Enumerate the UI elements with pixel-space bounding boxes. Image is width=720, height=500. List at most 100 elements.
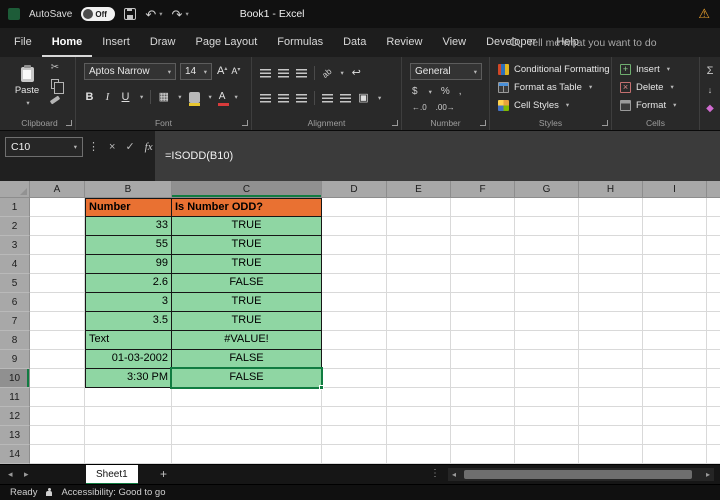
align-right-icon[interactable] [296, 93, 307, 103]
more-options-icon[interactable]: ⋮ [88, 141, 99, 153]
cell-D11[interactable] [322, 388, 387, 407]
format-as-table-button[interactable]: Format as Table ▾ [490, 78, 611, 96]
cell-B3[interactable]: 55 [85, 236, 172, 255]
cell-B1[interactable]: Number [85, 198, 172, 217]
cell-I4[interactable] [643, 255, 707, 274]
col-header-B[interactable]: B [85, 181, 172, 198]
cell-A11[interactable] [30, 388, 85, 407]
cell-A1[interactable] [30, 198, 85, 217]
cell-H14[interactable] [579, 445, 643, 464]
search-box[interactable]: Tell me what you want to do [510, 33, 657, 52]
fill-down-icon[interactable]: ↓ [708, 85, 713, 95]
cell-G6[interactable] [515, 293, 579, 312]
undo-icon[interactable]: ↶ [145, 8, 156, 21]
format-button[interactable]: Format ▾ [612, 96, 699, 114]
col-header-F[interactable]: F [451, 181, 515, 198]
cell-D7[interactable] [322, 312, 387, 331]
wrap-text-icon[interactable]: ↩ [351, 66, 362, 80]
cell-D12[interactable] [322, 407, 387, 426]
cell-G11[interactable] [515, 388, 579, 407]
row-header-12[interactable]: 12 [0, 407, 30, 426]
scrollbar-track[interactable] [460, 468, 702, 481]
cell-A9[interactable] [30, 350, 85, 369]
cell-I13[interactable] [643, 426, 707, 445]
cell-D2[interactable] [322, 217, 387, 236]
cell-I5[interactable] [643, 274, 707, 293]
cell-C9[interactable]: FALSE [172, 350, 322, 369]
row-header-10[interactable]: 10 [0, 369, 30, 388]
cell-A14[interactable] [30, 445, 85, 464]
align-center-icon[interactable] [278, 93, 289, 103]
cell-A13[interactable] [30, 426, 85, 445]
cell-E9[interactable] [387, 350, 451, 369]
cell-D9[interactable] [322, 350, 387, 369]
tab-insert[interactable]: Insert [92, 28, 140, 57]
delete-button[interactable]: × Delete ▾ [612, 78, 699, 96]
cell-E8[interactable] [387, 331, 451, 350]
dialog-launcher-icon[interactable] [392, 120, 398, 126]
tab-formulas[interactable]: Formulas [267, 28, 333, 57]
cell-E4[interactable] [387, 255, 451, 274]
select-all-corner[interactable] [0, 181, 30, 198]
row-header-13[interactable]: 13 [0, 426, 30, 445]
row-header-4[interactable]: 4 [0, 255, 30, 274]
tab-file[interactable]: File [4, 28, 42, 57]
row-header-7[interactable]: 7 [0, 312, 30, 331]
cell-F2[interactable] [451, 217, 515, 236]
cell-F5[interactable] [451, 274, 515, 293]
bold-button[interactable]: B [84, 90, 95, 104]
col-header-D[interactable]: D [322, 181, 387, 198]
cell-D14[interactable] [322, 445, 387, 464]
chevron-down-icon[interactable]: ▾ [185, 10, 188, 18]
cell-G5[interactable] [515, 274, 579, 293]
underline-button[interactable]: U [120, 90, 131, 104]
cell-E1[interactable] [387, 198, 451, 217]
cell-H6[interactable] [579, 293, 643, 312]
cell-G2[interactable] [515, 217, 579, 236]
font-size-select[interactable]: 14 ▾ [180, 63, 212, 80]
cell-F6[interactable] [451, 293, 515, 312]
cell-F8[interactable] [451, 331, 515, 350]
cell-H11[interactable] [579, 388, 643, 407]
cell-B2[interactable]: 33 [85, 217, 172, 236]
cell-E7[interactable] [387, 312, 451, 331]
cell-H10[interactable] [579, 369, 643, 388]
cell-I12[interactable] [643, 407, 707, 426]
col-header-A[interactable]: A [30, 181, 85, 198]
cell-E3[interactable] [387, 236, 451, 255]
chevron-down-icon[interactable]: ▾ [429, 88, 432, 96]
tab-page-layout[interactable]: Page Layout [185, 28, 267, 57]
cell-B6[interactable]: 3 [85, 293, 172, 312]
cell-G3[interactable] [515, 236, 579, 255]
insert-function-icon[interactable]: fx [145, 141, 153, 153]
row-header-1[interactable]: 1 [0, 198, 30, 217]
cell-C12[interactable] [172, 407, 322, 426]
tab-draw[interactable]: Draw [140, 28, 186, 57]
scroll-left-icon[interactable]: ◂ [448, 470, 460, 479]
cell-F14[interactable] [451, 445, 515, 464]
cell-D13[interactable] [322, 426, 387, 445]
cell-C11[interactable] [172, 388, 322, 407]
cell-E12[interactable] [387, 407, 451, 426]
cell-D3[interactable] [322, 236, 387, 255]
sheet-tab-sheet1[interactable]: Sheet1 [86, 465, 138, 485]
redo-icon[interactable]: ↷ [172, 8, 183, 21]
col-header-C[interactable]: C [172, 181, 322, 198]
align-middle-icon[interactable] [278, 68, 289, 78]
chevron-down-icon[interactable]: ▾ [159, 10, 162, 18]
decrease-indent-icon[interactable] [322, 93, 333, 103]
autosum-icon[interactable]: Σ [707, 65, 714, 77]
cell-C3[interactable]: TRUE [172, 236, 322, 255]
row-header-2[interactable]: 2 [0, 217, 30, 236]
decrease-font-size-button[interactable]: A▾ [231, 66, 240, 76]
cut-icon[interactable]: ✂ [51, 63, 59, 73]
cell-F3[interactable] [451, 236, 515, 255]
cell-H9[interactable] [579, 350, 643, 369]
cell-H2[interactable] [579, 217, 643, 236]
cell-C13[interactable] [172, 426, 322, 445]
cell-I1[interactable] [643, 198, 707, 217]
row-header-6[interactable]: 6 [0, 293, 30, 312]
chevron-down-icon[interactable]: ▾ [140, 93, 143, 101]
cell-B11[interactable] [85, 388, 172, 407]
tab-review[interactable]: Review [376, 28, 432, 57]
